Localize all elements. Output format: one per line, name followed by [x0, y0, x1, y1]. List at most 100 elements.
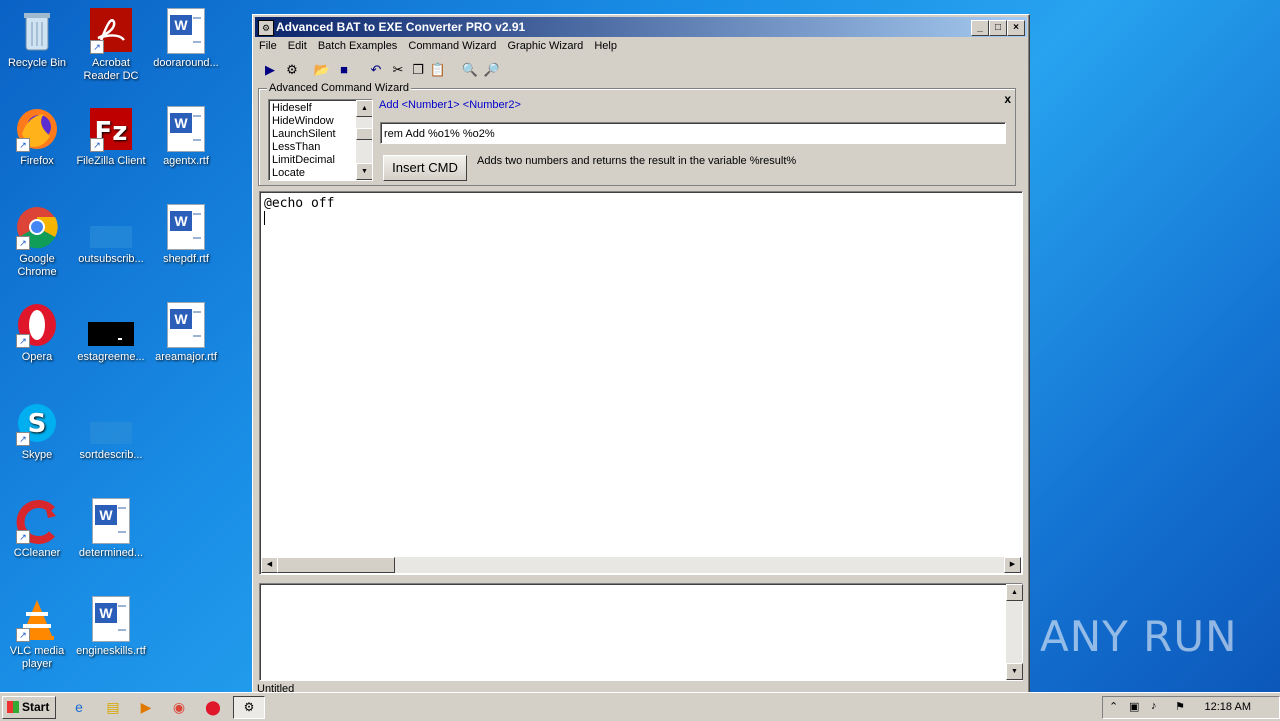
shortcut-arrow-icon: ↗ — [16, 236, 30, 250]
opera-taskbar-icon[interactable]: ⬤ — [202, 697, 224, 717]
clock[interactable]: 12:18 AM — [1205, 701, 1251, 713]
blank-file-icon — [88, 204, 134, 250]
action-center-flag-icon[interactable]: ⚑ — [1175, 700, 1185, 713]
word-document-icon: W — [92, 596, 130, 642]
scroll-thumb[interactable] — [356, 128, 372, 140]
taskbar: Start e ▤ ▶ ◉ ⬤ ⚙ ⌃ ▣ ♪ ⚑ 12:18 AM — [0, 692, 1280, 721]
desktop-icon-dooraround[interactable]: W dooraround... — [149, 8, 223, 70]
desktop-icon-engineskills[interactable]: W engineskills.rtf — [74, 596, 148, 658]
menu-edit[interactable]: Edit — [284, 37, 311, 52]
word-logo-icon: W — [170, 113, 192, 133]
scroll-thumb[interactable] — [277, 557, 395, 573]
zoom-in-icon[interactable]: 🔍 — [461, 61, 479, 79]
close-button[interactable]: × — [1007, 20, 1025, 36]
desktop-icon-label: VLC media player — [9, 645, 65, 670]
output-pane[interactable]: ▲ ▼ — [259, 583, 1023, 681]
desktop-icon-opera[interactable]: ↗ Opera — [0, 302, 74, 364]
desktop-icon-agentx[interactable]: W agentx.rtf — [149, 106, 223, 168]
command-list-scrollbar[interactable]: ▲ ▼ — [356, 100, 372, 180]
minimize-button[interactable]: _ — [971, 20, 989, 36]
desktop-icon-estagreeme[interactable]: estagreeme... — [74, 302, 148, 364]
anyrun-watermark: ANY RUN — [1040, 612, 1238, 661]
desktop-icon-label: Google Chrome — [17, 253, 57, 278]
desktop-icon-outsubscrib[interactable]: outsubscrib... — [74, 204, 148, 266]
network-icon[interactable]: ▣ — [1129, 700, 1139, 713]
desktop-icon-firefox[interactable]: ↗ Firefox — [0, 106, 74, 168]
open-folder-icon[interactable]: 📂 — [313, 61, 331, 79]
shortcut-arrow-icon: ↗ — [16, 628, 30, 642]
desktop-icon-recycle-bin[interactable]: Recycle Bin — [0, 8, 74, 70]
list-item[interactable]: LessThan — [272, 141, 336, 154]
command-wizard-panel: Advanced Command Wizard x Hideself HideW… — [258, 82, 1016, 186]
menu-bar: File Edit Batch Examples Command Wizard … — [255, 37, 1027, 55]
filezilla-icon: Fz ↗ — [88, 106, 134, 152]
desktop-icon-label: dooraround... — [153, 57, 219, 69]
list-item[interactable]: LaunchSilent — [272, 128, 336, 141]
list-item[interactable]: HideWindow — [272, 115, 336, 128]
tray-expand-icon[interactable]: ⌃ — [1109, 700, 1118, 713]
editor-code: @echo off — [264, 196, 335, 211]
undo-icon[interactable]: ↶ — [367, 61, 385, 79]
scroll-down-icon[interactable]: ▼ — [1006, 663, 1023, 680]
paste-icon[interactable]: 📋 — [429, 61, 447, 79]
insert-cmd-button[interactable]: Insert CMD — [383, 155, 467, 181]
desktop-icon-ccleaner[interactable]: ↗ CCleaner — [0, 498, 74, 560]
output-scrollbar[interactable]: ▲ ▼ — [1006, 584, 1023, 680]
menu-help[interactable]: Help — [590, 37, 621, 52]
list-item[interactable]: Hideself — [272, 102, 336, 115]
desktop-icon-shepdf[interactable]: W shepdf.rtf — [149, 204, 223, 266]
vlc-icon: ↗ — [14, 596, 60, 642]
desktop-icon-label: Acrobat Reader DC — [83, 57, 139, 82]
command-input[interactable]: rem Add %o1% %o2% — [380, 122, 1006, 144]
desktop-icon-sortdescrib[interactable]: sortdescrib... — [74, 400, 148, 462]
desktop-icon-skype[interactable]: S ↗ Skype — [0, 400, 74, 462]
scroll-up-icon[interactable]: ▲ — [356, 100, 372, 117]
start-button[interactable]: Start — [2, 696, 56, 719]
bat-converter-task-icon[interactable]: ⚙ — [233, 696, 265, 719]
save-icon[interactable]: ■ — [335, 61, 353, 79]
command-list[interactable]: Hideself HideWindow LaunchSilent LessTha… — [268, 99, 373, 181]
word-logo-icon: W — [170, 15, 192, 35]
scroll-up-icon[interactable]: ▲ — [1006, 584, 1023, 601]
menu-graphic-wizard[interactable]: Graphic Wizard — [503, 37, 587, 52]
script-editor[interactable]: @echo off ◀ ▶ — [259, 191, 1023, 575]
list-item[interactable]: Locate — [272, 167, 336, 180]
desktop-icon-label: Firefox — [20, 155, 54, 167]
media-player-icon[interactable]: ▶ — [135, 697, 157, 717]
desktop-icon-label: FileZilla Client — [76, 155, 146, 167]
internet-explorer-icon[interactable]: e — [68, 697, 90, 717]
title-bar[interactable]: ⚙ Advanced BAT to EXE Converter PRO v2.9… — [255, 17, 1027, 37]
desktop-icon-acrobat[interactable]: ↗ Acrobat Reader DC — [74, 8, 148, 83]
shortcut-arrow-icon: ↗ — [16, 530, 30, 544]
editor-horizontal-scrollbar[interactable]: ◀ ▶ — [261, 557, 1021, 573]
word-document-icon: W — [167, 204, 205, 250]
desktop-icon-chrome[interactable]: ↗ Google Chrome — [0, 204, 74, 279]
list-item[interactable]: LimitDecimal — [272, 154, 336, 167]
firefox-icon: ↗ — [14, 106, 60, 152]
chrome-icon: ↗ — [14, 204, 60, 250]
cut-icon[interactable]: ✂ — [389, 61, 407, 79]
maximize-button[interactable]: □ — [989, 20, 1007, 36]
zoom-out-icon[interactable]: 🔎 — [483, 61, 501, 79]
menu-command-wizard[interactable]: Command Wizard — [404, 37, 500, 52]
menu-file[interactable]: File — [255, 37, 281, 52]
menu-batch-examples[interactable]: Batch Examples — [314, 37, 401, 52]
volume-icon[interactable]: ♪ — [1151, 700, 1157, 712]
chrome-taskbar-icon[interactable]: ◉ — [168, 697, 190, 717]
wizard-close-button[interactable]: x — [1004, 92, 1011, 106]
run-icon[interactable]: ▶ — [261, 61, 279, 79]
desktop-icon-determined[interactable]: W determined... — [74, 498, 148, 560]
file-explorer-icon[interactable]: ▤ — [102, 697, 124, 717]
copy-icon[interactable]: ❐ — [409, 61, 427, 79]
scroll-right-icon[interactable]: ▶ — [1004, 557, 1021, 573]
app-gear-icon[interactable]: ⚙ — [258, 20, 274, 36]
desktop-icon-label: outsubscrib... — [78, 253, 144, 265]
desktop-icon-areamajor[interactable]: W areamajor.rtf — [149, 302, 223, 364]
shortcut-arrow-icon: ↗ — [16, 334, 30, 348]
word-document-icon: W — [167, 302, 205, 348]
scroll-down-icon[interactable]: ▼ — [356, 163, 372, 180]
desktop-icon-filezilla[interactable]: Fz ↗ FileZilla Client — [74, 106, 148, 168]
build-gear-icon[interactable]: ⚙ — [283, 61, 301, 79]
scroll-left-icon[interactable]: ◀ — [261, 557, 278, 573]
desktop-icon-vlc[interactable]: ↗ VLC media player — [0, 596, 74, 671]
